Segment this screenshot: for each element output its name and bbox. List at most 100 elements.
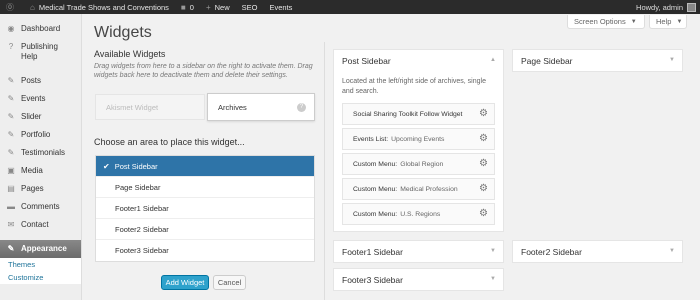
area-label: Footer3 Sidebar: [115, 246, 169, 255]
menu-label: Posts: [21, 76, 42, 85]
footer1-sidebar-panel[interactable]: Footer1 Sidebar ▼: [333, 240, 504, 263]
triangle-down-icon: ▼: [669, 57, 675, 63]
gear-icon[interactable]: ⚙: [479, 134, 488, 144]
howdy-text: Howdy, admin: [636, 2, 683, 12]
area-option-footer1-sidebar[interactable]: Footer1 Sidebar: [96, 198, 314, 219]
sidebar-title: Footer3 Sidebar: [342, 274, 403, 285]
page-sidebar-panel[interactable]: Page Sidebar ▼: [512, 49, 683, 72]
menu-item-posts[interactable]: ✎ Posts: [0, 72, 81, 90]
widget-name: Social Sharing Toolkit Follow Widget: [353, 110, 463, 118]
menu-item-pages[interactable]: ▤ Pages: [0, 180, 81, 198]
menu-label: Media: [21, 166, 43, 175]
pages-icon: ▤: [7, 184, 15, 193]
sidebar-widget[interactable]: Social Sharing Toolkit Follow Widget ⚙: [342, 103, 495, 125]
menu-item-publishing-help[interactable]: ? Publishing Help: [0, 38, 81, 66]
dashboard-icon: ◉: [7, 24, 15, 33]
menu-item-portfolio[interactable]: ✎ Portfolio: [0, 126, 81, 144]
triangle-down-icon: ▼: [676, 18, 683, 25]
avatar: [687, 2, 696, 12]
menu-label: Comments: [21, 202, 60, 211]
menu-item-dashboard[interactable]: ◉ Dashboard: [0, 20, 81, 38]
area-option-footer3-sidebar[interactable]: Footer3 Sidebar: [96, 240, 314, 261]
widget-subtitle: U.S. Regions: [400, 210, 441, 218]
gear-icon[interactable]: ⚙: [479, 184, 488, 194]
post-sidebar-header[interactable]: Post Sidebar ▲: [334, 50, 503, 71]
screen-options-label: Screen Options: [574, 17, 626, 26]
widget-akismet[interactable]: Akismet Widget: [95, 94, 205, 120]
cancel-button[interactable]: Cancel: [213, 275, 246, 290]
admin-menu: ◉ Dashboard ? Publishing Help ✎ Posts ✎ Even…: [0, 14, 82, 300]
post-sidebar-panel: Post Sidebar ▲ Located at the left/right…: [333, 49, 504, 232]
triangle-up-icon: ▲: [490, 57, 496, 63]
widget-subtitle: Medical Profession: [400, 185, 458, 193]
screen-options-button[interactable]: Screen Options ▼: [567, 15, 645, 29]
footer3-sidebar-panel[interactable]: Footer3 Sidebar ▼: [333, 268, 504, 291]
pin-icon: ✎: [7, 148, 15, 157]
menu-item-media[interactable]: ▣ Media: [0, 162, 81, 180]
choose-area-title: Choose an area to place this widget...: [94, 137, 245, 147]
admin-bar: ⓪ ⌂ Medical Trade Shows and Conventions ■…: [0, 0, 700, 14]
sidebar-widget[interactable]: Custom Menu: U.S. Regions ⚙: [342, 203, 495, 225]
page-title: Widgets: [94, 24, 152, 41]
menu-label: Appearance: [21, 244, 67, 253]
comment-bubble-icon: ■: [180, 2, 186, 12]
menu-item-events[interactable]: ✎ Events: [0, 90, 81, 108]
sidebar-widget[interactable]: Custom Menu: Global Region ⚙: [342, 153, 495, 175]
area-list: ✔ Post Sidebar Page Sidebar Footer1 Sideb…: [95, 155, 315, 262]
area-label: Post Sidebar: [114, 161, 158, 171]
sidebar-widget[interactable]: Custom Menu: Medical Profession ⚙: [342, 178, 495, 200]
account-menu[interactable]: Howdy, admin: [636, 2, 700, 12]
gear-icon[interactable]: ⚙: [479, 109, 488, 119]
checkmark-icon: ✔: [103, 161, 110, 171]
add-widget-button[interactable]: Add Widget: [161, 275, 209, 290]
site-name-link[interactable]: ⌂ Medical Trade Shows and Conventions: [24, 0, 175, 14]
triangle-down-icon: ▼: [490, 248, 496, 254]
help-button[interactable]: Help ▼: [649, 15, 687, 29]
submenu-customize[interactable]: Customize: [0, 271, 81, 284]
menu-label: Events: [21, 94, 46, 103]
widget-subtitle: Upcoming Events: [391, 135, 445, 143]
widget-subtitle: Global Region: [400, 160, 444, 168]
triangle-down-icon: ▼: [490, 276, 496, 282]
menu-item-slider[interactable]: ✎ Slider: [0, 108, 81, 126]
question-icon: ?: [8, 42, 14, 51]
widget-name: Custom Menu:: [353, 210, 398, 218]
area-label: Footer1 Sidebar: [115, 203, 169, 213]
gear-icon[interactable]: ⚙: [479, 209, 488, 219]
events-label: Events: [269, 2, 293, 12]
column-divider: [324, 42, 325, 300]
wp-logo-button[interactable]: ⓪: [0, 0, 24, 14]
menu-label: Testimonials: [21, 148, 66, 157]
menu-item-comments[interactable]: ▬ Comments: [0, 198, 81, 216]
available-widgets-title: Available Widgets: [94, 49, 166, 59]
available-widgets-description: Drag widgets from here to a sidebar on t…: [94, 63, 313, 79]
footer2-sidebar-panel[interactable]: Footer2 Sidebar ▼: [512, 240, 683, 263]
gear-icon[interactable]: ⚙: [479, 159, 488, 169]
widget-archives[interactable]: Archives ?: [207, 93, 315, 121]
menu-item-testimonials[interactable]: ✎ Testimonials: [0, 144, 81, 162]
menu-label: Contact: [21, 220, 49, 229]
area-option-post-sidebar[interactable]: ✔ Post Sidebar: [96, 156, 314, 177]
area-option-footer2-sidebar[interactable]: Footer2 Sidebar: [96, 219, 314, 240]
area-option-page-sidebar[interactable]: Page Sidebar: [96, 177, 314, 198]
widget-name: Custom Menu:: [353, 160, 398, 168]
area-label: Footer2 Sidebar: [115, 224, 169, 234]
wordpress-icon: ⓪: [6, 2, 14, 12]
home-icon: ⌂: [30, 2, 35, 12]
comments-count: 0: [189, 2, 194, 12]
comments-link[interactable]: ■ 0: [175, 0, 200, 14]
menu-item-appearance[interactable]: ✎ Appearance: [0, 240, 81, 258]
menu-item-contact[interactable]: ✉ Contact: [0, 216, 81, 234]
post-sidebar-description: Located at the left/right side of archiv…: [342, 78, 486, 95]
pin-icon: ✎: [7, 94, 15, 103]
new-content-link[interactable]: + New: [200, 0, 236, 14]
submenu-themes[interactable]: Themes: [0, 258, 81, 271]
menu-label: Portfolio: [21, 130, 51, 139]
events-link[interactable]: Events: [263, 0, 298, 14]
sidebar-title: Footer1 Sidebar: [342, 246, 403, 257]
sidebar-widget[interactable]: Events List: Upcoming Events ⚙: [342, 128, 495, 150]
seo-link[interactable]: SEO: [236, 0, 264, 14]
help-label: Help: [656, 17, 672, 26]
menu-label: Publishing Help: [21, 42, 58, 61]
question-icon[interactable]: ?: [297, 103, 306, 112]
